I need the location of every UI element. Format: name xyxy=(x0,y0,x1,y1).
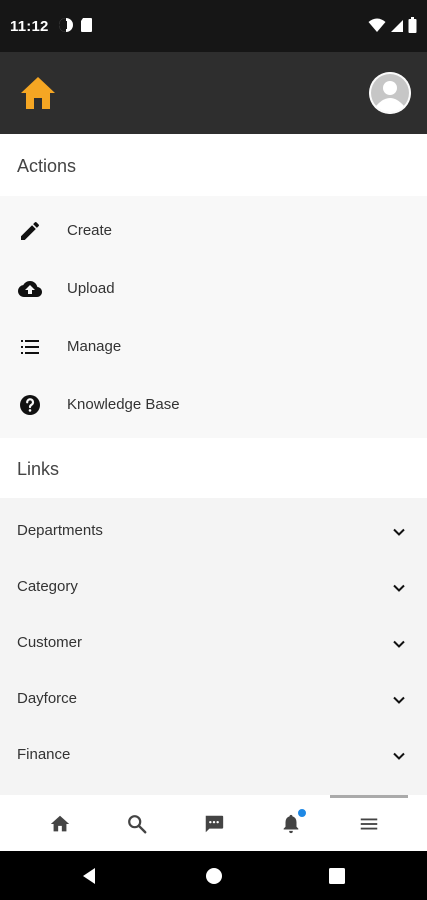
data-saver-icon xyxy=(59,18,73,32)
nav-notifications[interactable] xyxy=(252,795,330,851)
cloud-upload-icon xyxy=(18,281,42,297)
chevron-down-icon xyxy=(393,640,405,648)
wifi-icon xyxy=(368,18,386,32)
links-section-header: Links xyxy=(0,438,427,498)
nav-search[interactable] xyxy=(98,795,176,851)
link-label: Departments xyxy=(17,522,103,539)
battery-icon xyxy=(408,17,417,33)
recents-icon[interactable] xyxy=(326,865,348,887)
links-list: Departments Category Customer Dayforce F… xyxy=(0,498,427,794)
bottom-nav xyxy=(0,795,427,851)
status-bar: 11:12 xyxy=(0,0,427,52)
status-time: 11:12 xyxy=(10,18,49,35)
link-label: Customer xyxy=(17,634,83,651)
actions-section-header: Actions xyxy=(0,134,427,196)
sim-card-icon xyxy=(81,18,92,32)
nav-messages[interactable] xyxy=(175,795,253,851)
link-category[interactable]: Category xyxy=(0,554,427,610)
link-dayforce[interactable]: Dayforce xyxy=(0,666,427,722)
action-create[interactable]: Create xyxy=(0,202,427,260)
notification-badge xyxy=(297,808,307,818)
menu-icon xyxy=(360,818,378,830)
actions-list: Create Upload Manage Knowledge Base xyxy=(0,196,427,438)
search-icon xyxy=(128,815,147,834)
back-icon[interactable] xyxy=(79,865,101,887)
action-knowledge-base[interactable]: Knowledge Base xyxy=(0,376,427,434)
link-label: Category xyxy=(17,578,78,595)
home-icon[interactable] xyxy=(20,76,56,110)
app-header xyxy=(0,52,427,134)
nav-home[interactable] xyxy=(21,795,99,851)
action-label: Knowledge Base xyxy=(67,396,180,413)
user-avatar-icon[interactable] xyxy=(369,72,411,114)
chevron-down-icon xyxy=(393,528,405,536)
home-circle-icon[interactable] xyxy=(203,865,225,887)
chevron-down-icon xyxy=(393,696,405,704)
action-label: Upload xyxy=(67,280,115,297)
home-icon xyxy=(50,815,70,832)
link-finance[interactable]: Finance xyxy=(0,722,427,778)
list-icon xyxy=(21,340,39,354)
system-nav-bar xyxy=(0,851,427,900)
links-title: Links xyxy=(17,459,60,479)
link-label: Dayforce xyxy=(17,690,78,707)
help-circle-icon xyxy=(20,395,40,415)
action-manage[interactable]: Manage xyxy=(0,318,427,376)
action-upload[interactable]: Upload xyxy=(0,260,427,318)
link-customer[interactable]: Customer xyxy=(0,610,427,666)
link-label: Finance xyxy=(17,746,71,763)
pencil-icon xyxy=(21,221,40,240)
chevron-down-icon xyxy=(393,584,405,592)
nav-menu[interactable] xyxy=(330,795,408,851)
chevron-down-icon xyxy=(393,752,405,760)
signal-icon xyxy=(391,20,403,32)
link-departments[interactable]: Departments xyxy=(0,498,427,554)
action-label: Create xyxy=(67,222,113,239)
chat-icon xyxy=(205,815,224,833)
action-label: Manage xyxy=(67,338,122,355)
actions-title: Actions xyxy=(17,156,77,176)
